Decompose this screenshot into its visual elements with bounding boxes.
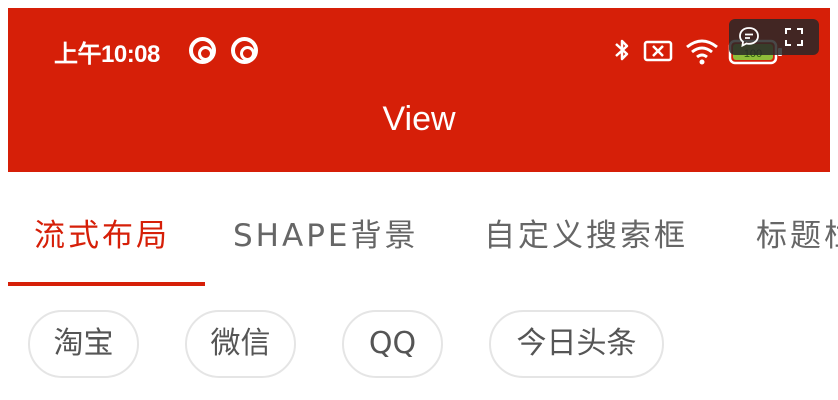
chip-toutiao[interactable]: 今日头条 (489, 310, 664, 378)
chip-taobao[interactable]: 淘宝 (28, 310, 139, 378)
wifi-icon (686, 39, 718, 65)
tag-flow-layout: 淘宝 微信 QQ 今日头条 (0, 310, 838, 378)
app-notification-icon (231, 37, 258, 64)
chip-wechat[interactable]: 微信 (185, 310, 296, 378)
fullscreen-icon (785, 28, 803, 46)
tab-bar: 流式布局 SHAPE背景 自定义搜索框 标题栏 (8, 172, 838, 290)
tab-title-bar[interactable]: 标题栏 (756, 210, 838, 255)
bluetooth-icon (615, 39, 629, 61)
tab-indicator (8, 282, 205, 286)
app-header: 上午10:08 100 (8, 8, 830, 172)
tab-shape-background[interactable]: SHAPE背景 (233, 210, 418, 255)
comment-icon (739, 27, 759, 48)
tab-custom-search-box[interactable]: 自定义搜索框 (484, 210, 688, 255)
tab-flow-layout[interactable]: 流式布局 (34, 210, 170, 255)
sim-off-icon (643, 40, 673, 62)
comment-button[interactable] (729, 19, 769, 55)
fullscreen-button[interactable] (769, 19, 819, 55)
app-notification-icon (189, 37, 216, 64)
status-time: 上午10:08 (54, 41, 160, 68)
chip-qq[interactable]: QQ (342, 310, 443, 378)
page-title: View (382, 100, 456, 138)
